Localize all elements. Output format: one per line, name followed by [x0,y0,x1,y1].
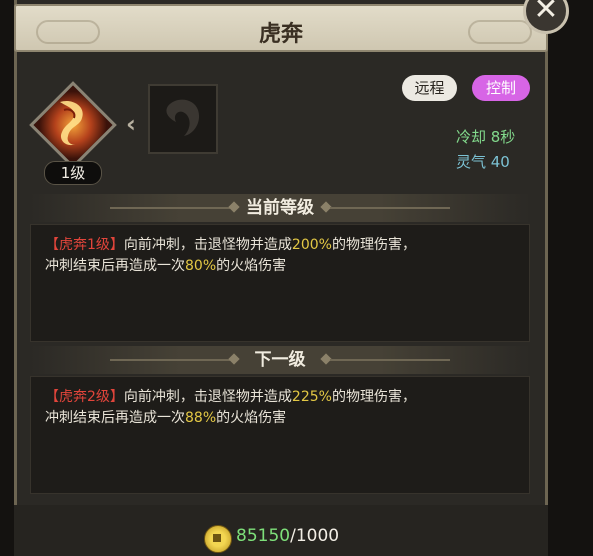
current-level-title: 当前等级 [246,198,314,218]
gold-required: /1000 [290,526,340,546]
tag-range: 远程 [402,75,457,101]
skill-level-badge: 1级 [44,161,102,185]
title-bar: 虎奔 [14,4,548,52]
skill-icon[interactable] [29,81,117,169]
upgrade-cost: 85150/1000 [236,526,339,546]
gold-coin-icon [204,525,232,553]
next-level-description: 【虎奔2级】向前冲刺，击退怪物并造成225%的物理伤害， 冲刺结束后再造成一次8… [30,376,530,494]
current-level-description: 【虎奔1级】向前冲刺，击退怪物并造成200%的物理伤害， 冲刺结束后再造成一次8… [30,224,530,342]
locked-skill-icon [166,99,200,136]
gold-owned: 85150 [236,526,291,546]
next-level-header: 下一级 [30,346,530,374]
current-level-header: 当前等级 [30,194,530,222]
skill-title: 虎奔 [258,22,303,47]
cooldown-stat: 冷却 8秒 [456,128,516,146]
next-skill-slot[interactable] [148,84,218,154]
tag-control: 控制 [472,75,530,101]
qi-stat: 灵气 40 [456,153,510,171]
chevron-left-icon: ‹ [126,110,136,138]
next-level-title: 下一级 [254,350,306,370]
tiger-dash-icon [60,100,83,146]
